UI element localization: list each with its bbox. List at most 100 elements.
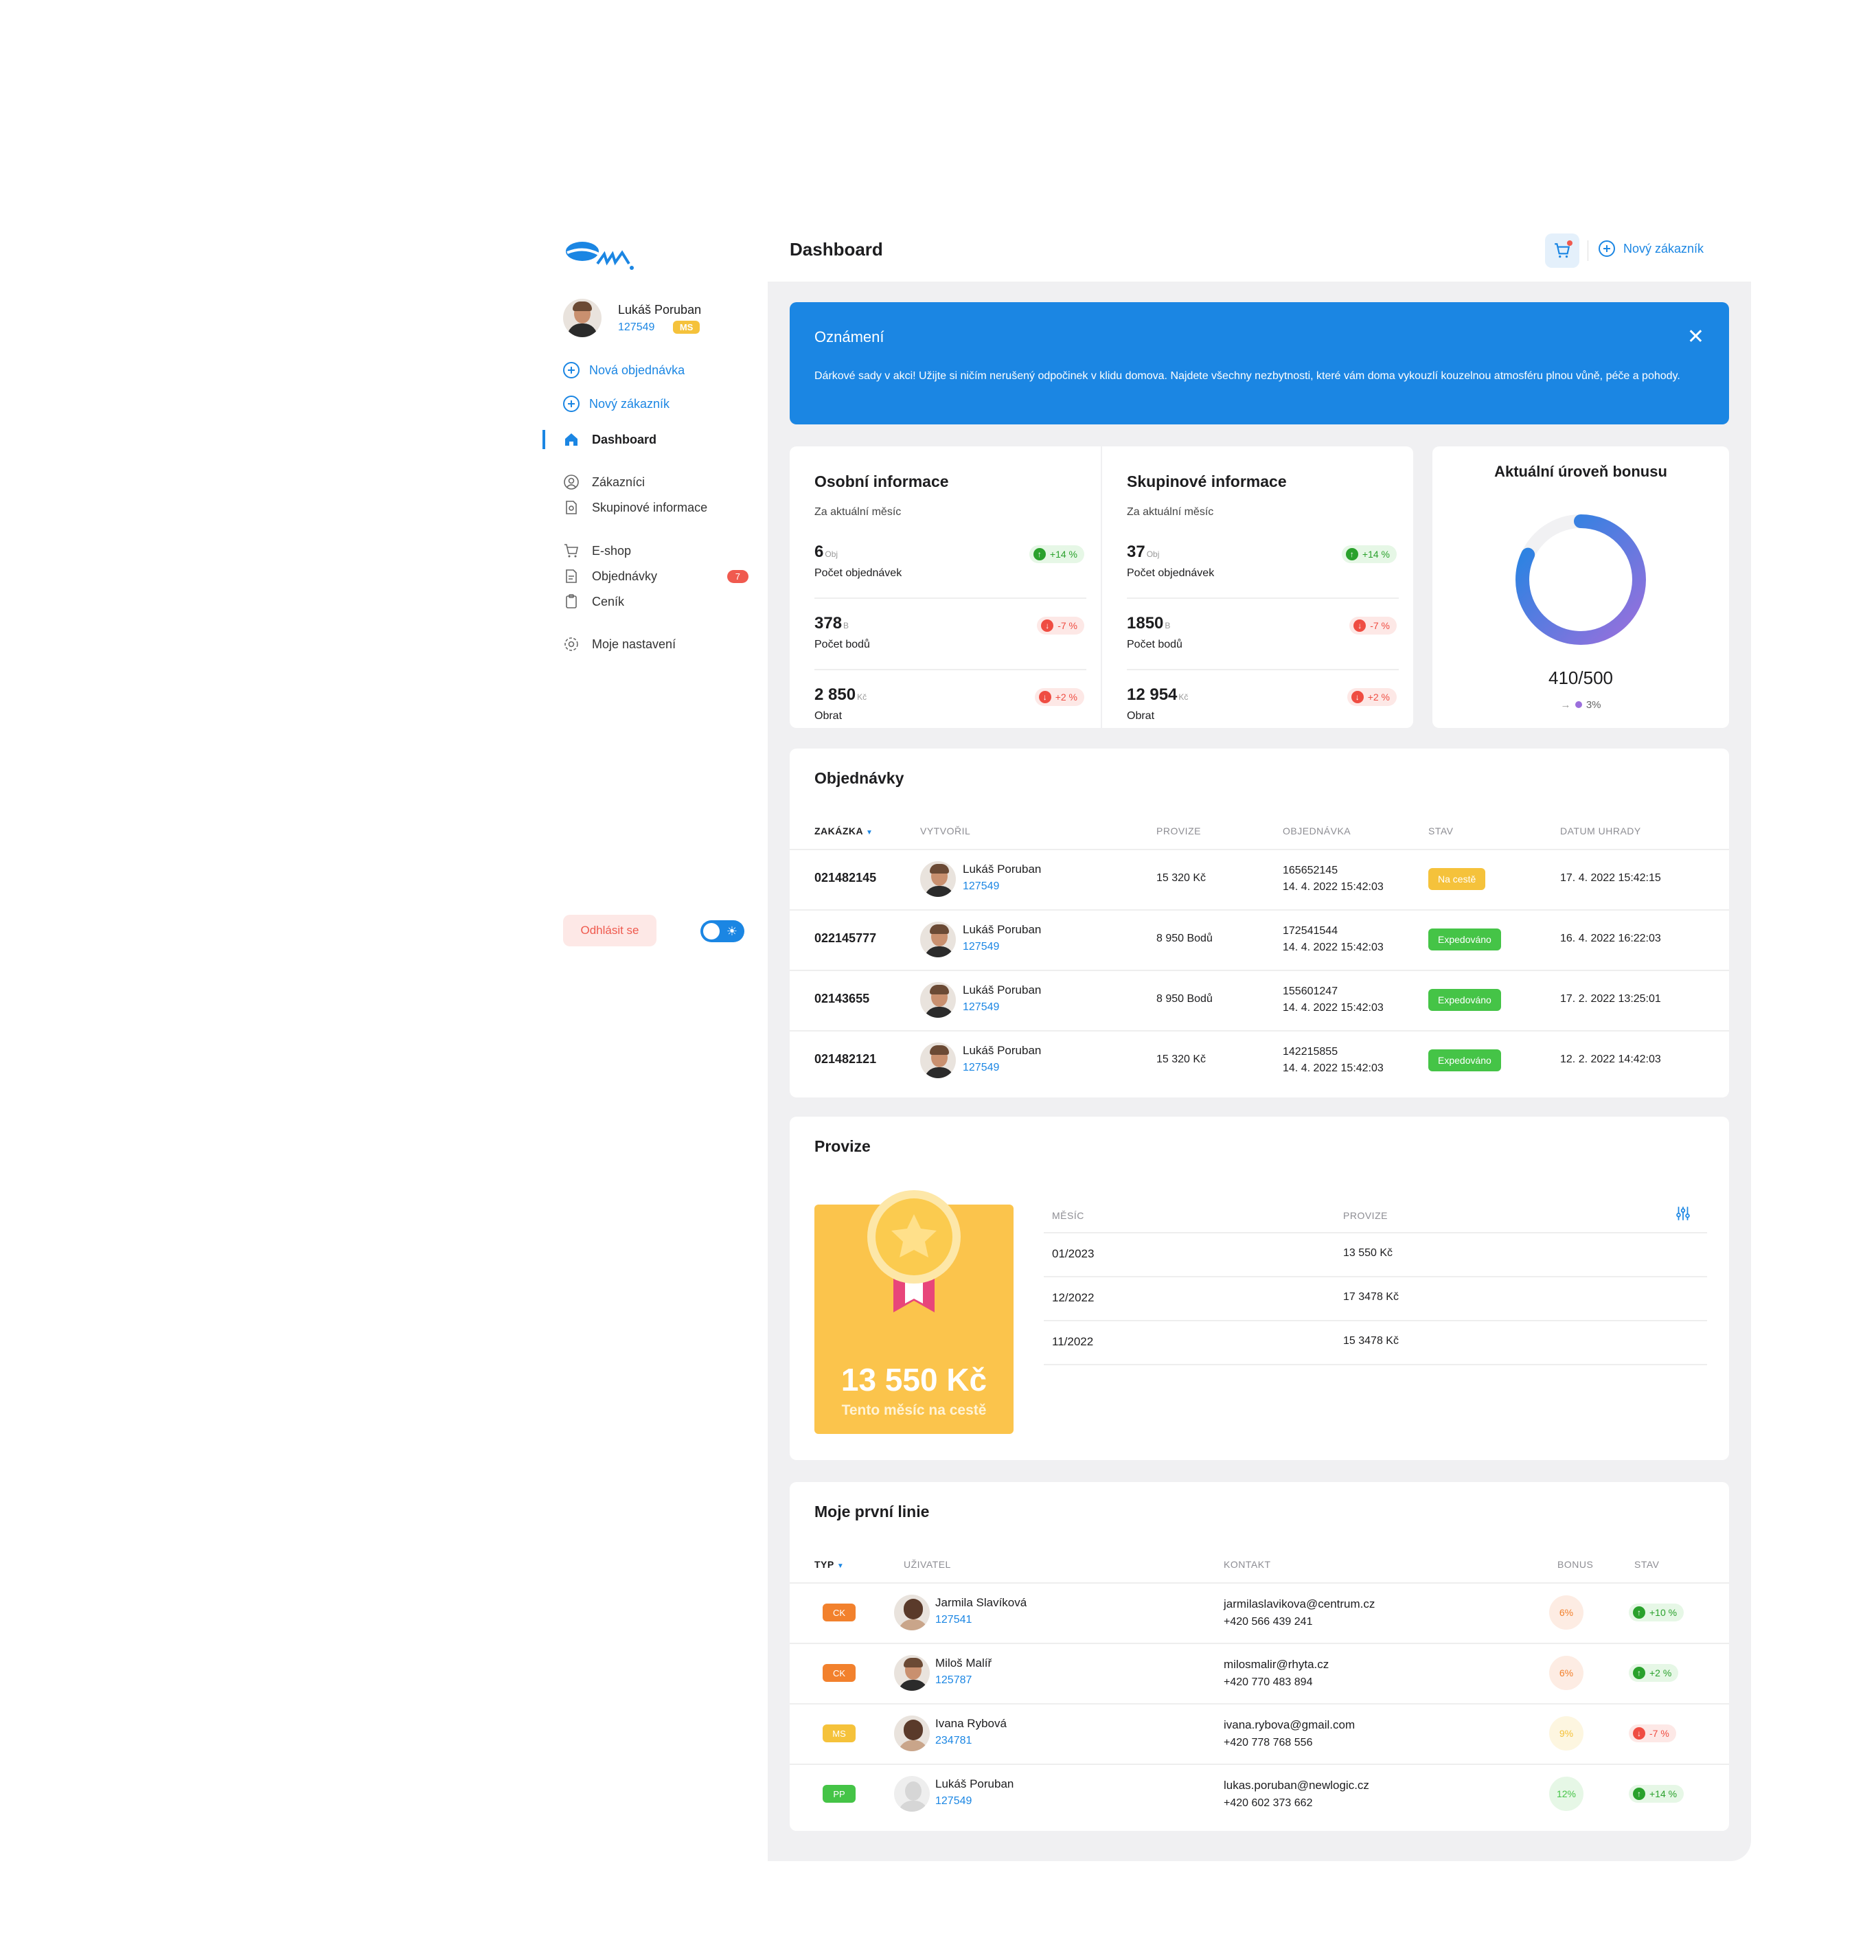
theme-toggle[interactable]: ☀: [700, 920, 744, 942]
change-chip: ↓ -7 %: [1037, 617, 1084, 635]
contact-email[interactable]: milosmalir@rhyta.cz: [1224, 1656, 1329, 1673]
change-value: -7 %: [1649, 1728, 1669, 1739]
contact-email[interactable]: jarmilaslavikova@centrum.cz: [1224, 1596, 1375, 1613]
creator-id[interactable]: 127549: [963, 941, 999, 953]
table-row[interactable]: 021482145 Lukáš Poruban 127549 15 320 Kč 165…: [790, 849, 1729, 909]
contact-phone[interactable]: +420 566 439 241: [1224, 1614, 1312, 1630]
close-icon[interactable]: ✕: [1687, 327, 1704, 347]
creator-name: Lukáš Poruban: [963, 863, 1042, 876]
sidebar-item-dashboard[interactable]: Dashboard: [563, 431, 748, 448]
contact-email[interactable]: ivana.rybova@gmail.com: [1224, 1717, 1355, 1733]
table-row[interactable]: 12/2022 17 3478 Kč: [1044, 1276, 1707, 1320]
table-row[interactable]: MS Ivana Rybová 234781 ivana.rybova@gmail.c…: [790, 1703, 1729, 1764]
change-chip: ↑ +14 %: [1629, 1785, 1684, 1803]
sidebar-item-group-info[interactable]: Skupinové informace: [563, 499, 748, 516]
plus-circle-icon: [1599, 240, 1615, 257]
sidebar-item-customers[interactable]: Zákazníci: [563, 474, 748, 490]
divider: [1044, 1320, 1707, 1321]
stat-value: 378 B: [814, 614, 849, 633]
stat-number: 12 954: [1127, 685, 1178, 704]
table-row[interactable]: 022145777 Lukáš Poruban 127549 8 950 Bodů 17…: [790, 909, 1729, 970]
contact-phone[interactable]: +420 770 483 894: [1224, 1674, 1312, 1691]
sidebar-item-pricelist[interactable]: Ceník: [563, 593, 748, 610]
gear-icon: [564, 637, 578, 651]
contact-email[interactable]: lukas.poruban@newlogic.cz: [1224, 1777, 1369, 1794]
new-order-link[interactable]: Nová objednávka: [563, 362, 685, 378]
change-chip: ↑ +14 %: [1029, 545, 1084, 563]
order-commission: 15 320 Kč: [1156, 872, 1206, 884]
column-header: KONTAKT: [1224, 1559, 1271, 1570]
sidebar-item-orders[interactable]: Objednávky 7: [563, 568, 748, 584]
arrow-up-icon: ↑: [1033, 548, 1046, 560]
sidebar-item-eshop[interactable]: E-shop: [563, 543, 748, 559]
user-id[interactable]: 127541: [935, 1614, 972, 1626]
sidebar-item-settings[interactable]: Moje nastavení: [563, 636, 748, 652]
group-doc-icon: [566, 501, 577, 514]
stat-number: 2 850: [814, 685, 856, 704]
filter-sliders-icon[interactable]: [1674, 1205, 1692, 1222]
user-id: 127549 MS: [618, 321, 700, 334]
user-id[interactable]: 234781: [935, 1735, 972, 1747]
group-info-subtitle: Za aktuální měsíc: [1127, 506, 1214, 518]
table-row[interactable]: 021482121 Lukáš Poruban 127549 15 320 Kč 142…: [790, 1030, 1729, 1091]
sun-icon: ☀: [726, 924, 737, 938]
change-chip: ↑ +14 %: [1341, 545, 1397, 563]
contact-phone[interactable]: +420 778 768 556: [1224, 1735, 1312, 1751]
creator-id[interactable]: 127549: [963, 1001, 999, 1014]
creator-id[interactable]: 127549: [963, 1062, 999, 1074]
header-new-customer-button[interactable]: Nový zákazník: [1599, 240, 1704, 257]
divider: [790, 1764, 1729, 1765]
user-id[interactable]: 125787: [935, 1674, 972, 1687]
table-row[interactable]: 01/2023 13 550 Kč: [1044, 1232, 1707, 1276]
order-commission: 15 320 Kč: [1156, 1053, 1206, 1065]
user-id[interactable]: 127549: [935, 1795, 972, 1808]
personal-info-title: Osobní informace: [814, 472, 949, 490]
group-info: Skupinové informace Za aktuální měsíc 37…: [1102, 446, 1413, 728]
order-number: 165652145: [1283, 865, 1338, 876]
plus-circle-icon: [563, 362, 580, 378]
divider: [1044, 1232, 1707, 1233]
table-row[interactable]: CK Jarmila Slavíková 127541 jarmilaslavikov…: [790, 1582, 1729, 1643]
user-name: Miloš Malíř: [935, 1656, 992, 1670]
change-value: +10 %: [1649, 1607, 1678, 1618]
new-customer-link[interactable]: Nový zákazník: [563, 396, 670, 412]
commission-value: 17 3478 Kč: [1343, 1291, 1399, 1303]
user-profile[interactable]: Lukáš Poruban 127549 MS: [563, 299, 762, 340]
clipboard-icon: [566, 594, 577, 608]
column-header: STAV: [1428, 825, 1454, 836]
change-value: -7 %: [1057, 620, 1077, 631]
table-row[interactable]: CK Miloš Malíř 125787 milosmalir@rhyta.cz +4…: [790, 1643, 1729, 1703]
sort-column-type[interactable]: TYP ▼: [814, 1559, 844, 1570]
sort-column-order[interactable]: ZAKÁZKA ▼: [814, 825, 873, 836]
stat-value: 1850 B: [1127, 614, 1170, 633]
creator-name: Lukáš Poruban: [963, 923, 1042, 936]
stat-number: 6: [814, 543, 824, 561]
column-header: PROVIZE: [1156, 825, 1201, 836]
bonus-value: 410/500: [1548, 668, 1613, 688]
creator-id[interactable]: 127549: [963, 880, 999, 893]
arrow-down-icon: ↓: [1351, 691, 1364, 703]
user-name: Lukáš Poruban: [618, 303, 702, 317]
arrow-down-icon: ↓: [1041, 619, 1054, 632]
announcement-banner: Oznámení Dárkové sady v akci! Užijte si …: [790, 302, 1729, 424]
stat-value: 12 954 Kč: [1127, 685, 1188, 705]
table-row[interactable]: 02143655 Lukáš Poruban 127549 8 950 Bodů 155…: [790, 970, 1729, 1030]
commission-month: 11/2022: [1052, 1335, 1094, 1348]
order-number: 172541544: [1283, 925, 1338, 937]
change-value: +14 %: [1049, 549, 1077, 560]
order-id: 021482145: [814, 871, 877, 885]
arrow-up-icon: ↑: [1633, 1788, 1645, 1800]
table-row[interactable]: 11/2022 15 3478 Kč: [1044, 1320, 1707, 1365]
logout-button[interactable]: Odhlásit se: [563, 915, 656, 946]
company-logo[interactable]: [563, 233, 639, 275]
cart-button[interactable]: [1545, 233, 1579, 268]
column-header: MĚSÍC: [1052, 1210, 1084, 1221]
paid-date: 17. 4. 2022 15:42:15: [1560, 872, 1661, 884]
stat-value: 6 Obj: [814, 543, 838, 562]
contact-phone[interactable]: +420 602 373 662: [1224, 1795, 1312, 1812]
change-value: +2 %: [1367, 692, 1390, 703]
column-header: ZAKÁZKA: [814, 825, 863, 836]
column-header: BONUS: [1557, 1559, 1594, 1570]
order-number: 155601247: [1283, 985, 1338, 997]
table-row[interactable]: PP Lukáš Poruban 127549 lukas.poruban@newlo…: [790, 1764, 1729, 1824]
